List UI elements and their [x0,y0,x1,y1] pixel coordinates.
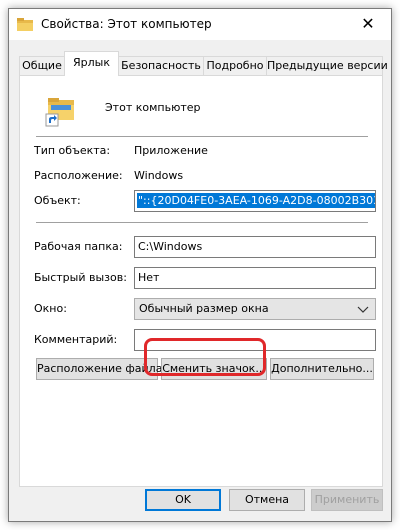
hotkey-value: Нет [138,271,160,284]
properties-window: Свойства: Этот компьютер ✕ Общие Ярлык Б… [8,8,392,522]
chevron-down-icon [357,306,369,313]
close-button[interactable]: ✕ [345,9,391,40]
shortcut-name: Этот компьютер [105,101,201,114]
apply-button[interactable]: Применить [311,489,383,511]
run-label: Окно: [34,302,67,315]
tab-strip: Общие Ярлык Безопасность Подробно Предыд… [19,51,388,76]
comment-label: Комментарий: [34,333,118,346]
shortcut-tab-panel: Этот компьютер Тип объекта: Приложение Р… [19,75,383,487]
run-value: Обычный размер окна [139,302,269,315]
advanced-button[interactable]: Дополнительно... [270,358,374,380]
target-value: "::{20D04FE0-3AEA-1069-A2D8-08002B30309D… [137,193,375,208]
location-label: Расположение: [34,169,123,182]
location-value: Windows [134,169,184,182]
title-bar[interactable]: Свойства: Этот компьютер ✕ [9,9,391,40]
separator [36,136,368,137]
hotkey-label: Быстрый вызов: [34,271,127,284]
change-icon-highlight-annotation [144,338,266,376]
this-pc-folder-icon [45,98,74,127]
tab-previous-versions[interactable]: Предыдущие версии [266,56,388,75]
target-field[interactable]: "::{20D04FE0-3AEA-1069-A2D8-08002B30309D… [134,190,376,212]
separator [36,222,368,223]
type-value: Приложение [134,144,208,157]
ok-button[interactable]: OK [145,489,221,511]
run-select[interactable]: Обычный размер окна [134,298,376,320]
this-pc-icon [17,18,33,31]
open-file-location-button[interactable]: Расположение файла [36,358,162,380]
start-in-field[interactable]: C:\Windows [134,236,376,258]
tab-general[interactable]: Общие [19,56,65,75]
close-icon: ✕ [361,14,375,33]
hotkey-field[interactable]: Нет [134,267,376,289]
tab-details[interactable]: Подробно [203,56,267,75]
cancel-button[interactable]: Отмена [229,489,305,511]
window-title: Свойства: Этот компьютер [41,17,212,31]
target-label: Объект: [34,194,81,207]
tab-shortcut[interactable]: Ярлык [64,51,119,76]
start-in-label: Рабочая папка: [34,240,123,253]
tab-security[interactable]: Безопасность [118,56,204,75]
start-in-value: C:\Windows [138,240,203,253]
type-label: Тип объекта: [34,144,111,157]
